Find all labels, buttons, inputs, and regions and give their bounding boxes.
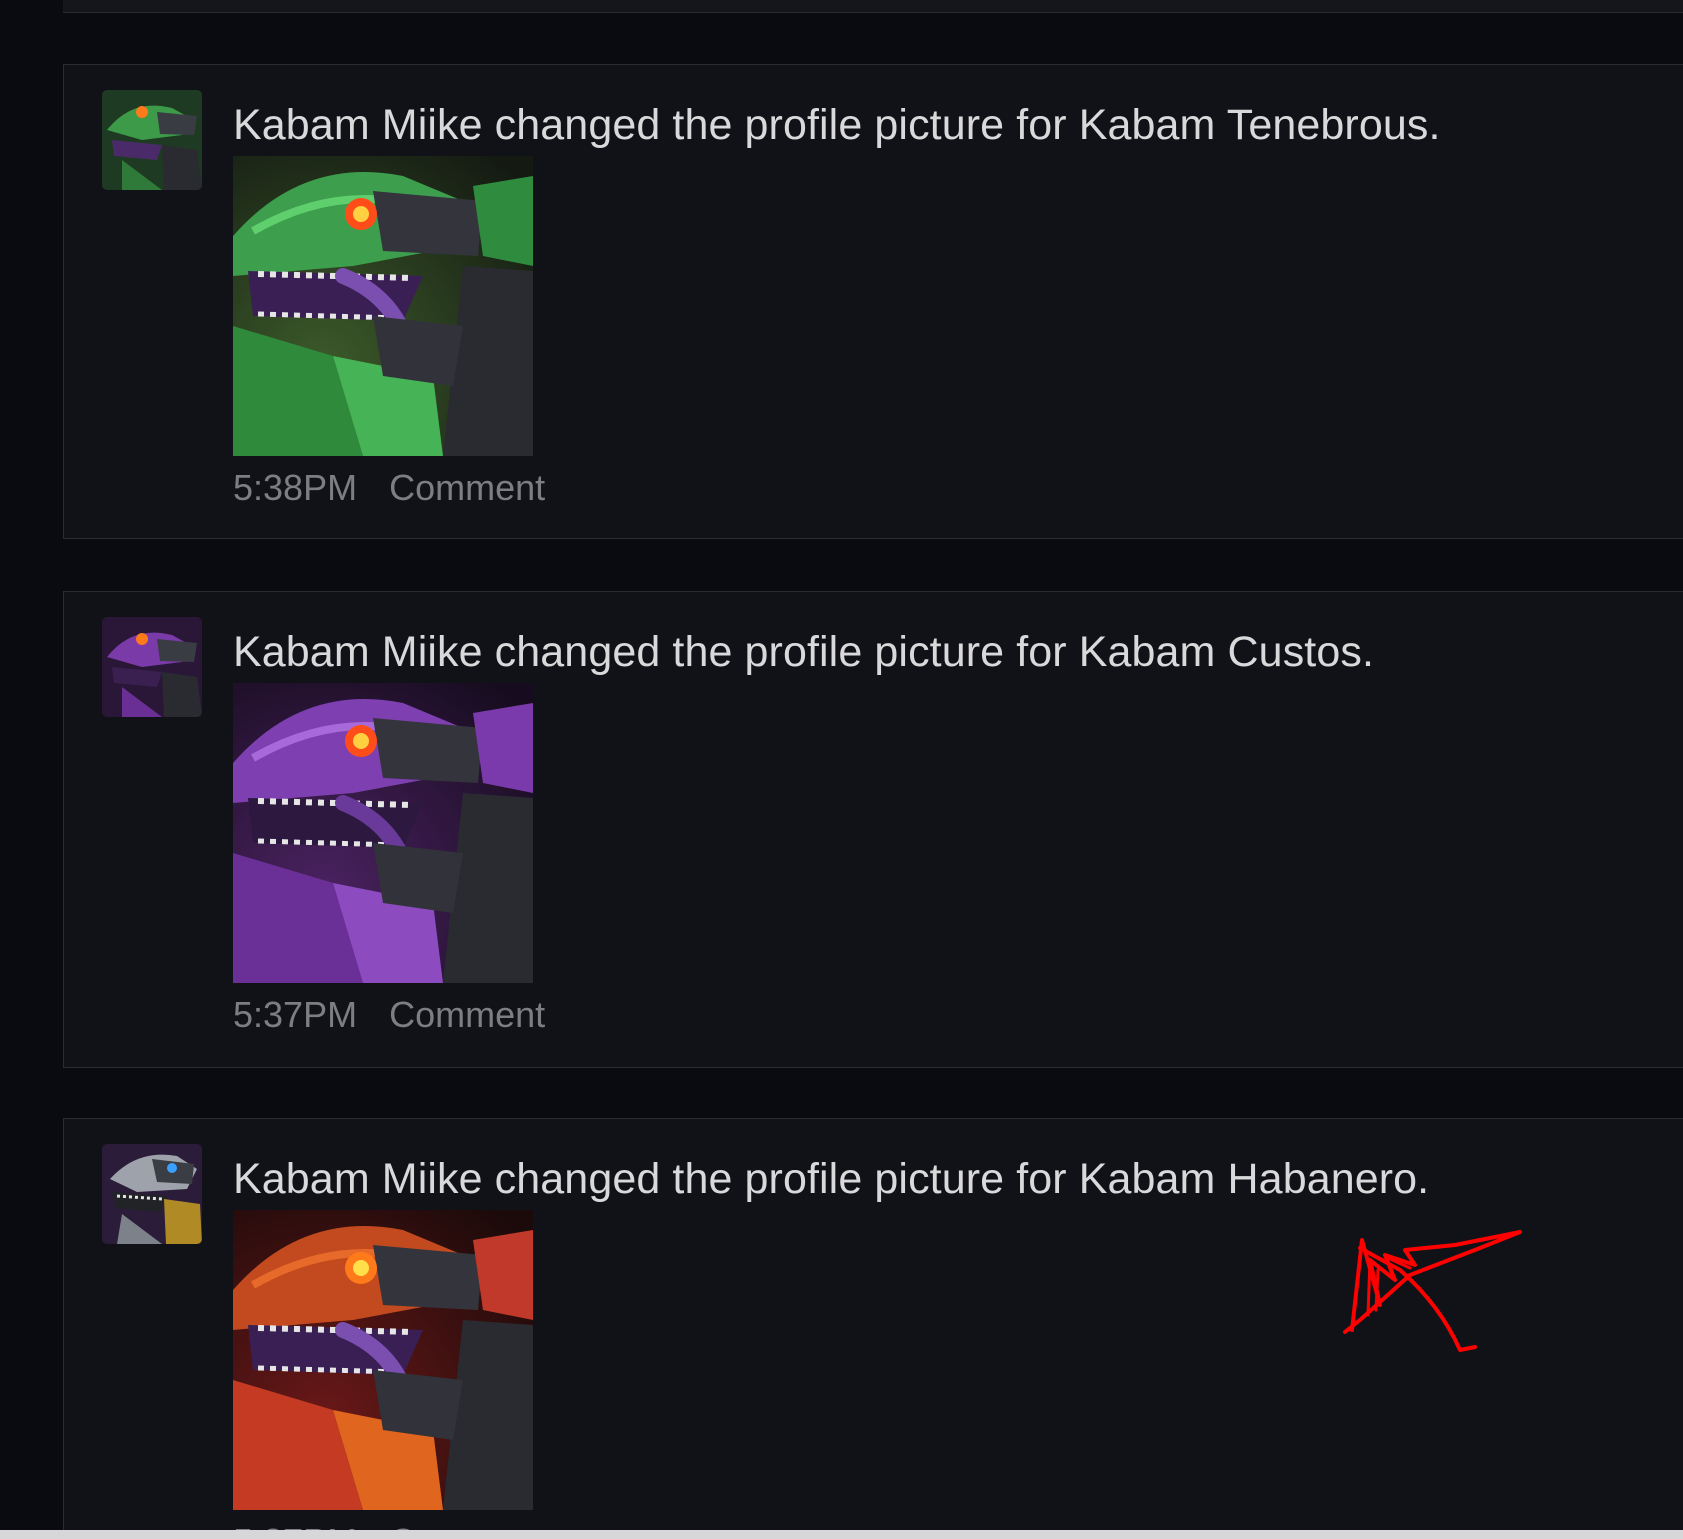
- avatar[interactable]: [102, 90, 202, 190]
- timestamp: 5:37PM: [233, 994, 358, 1035]
- profile-picture-image[interactable]: [233, 683, 533, 983]
- feed-item-headline: Kabam Miike changed the profile picture …: [233, 1155, 1430, 1203]
- silver-robot-avatar-image: [102, 1144, 202, 1244]
- feed-item: Kabam Miike changed the profile picture …: [63, 591, 1683, 1068]
- profile-picture-image[interactable]: [233, 1210, 533, 1510]
- timestamp: 5:38PM: [233, 467, 358, 508]
- previous-feed-item-edge: [63, 0, 1683, 13]
- green-robot-dinosaur-image: [233, 156, 533, 456]
- orange-robot-dinosaur-image: [233, 1210, 533, 1510]
- avatar[interactable]: [102, 617, 202, 717]
- horizontal-scrollbar[interactable]: [0, 1530, 1683, 1539]
- feed-item: Kabam Miike changed the profile picture …: [63, 64, 1683, 539]
- purple-robot-avatar-image: [102, 617, 202, 717]
- feed-item-meta: 5:37PM Comment: [233, 994, 545, 1036]
- comment-link[interactable]: Comment: [389, 994, 545, 1035]
- feed-item-headline: Kabam Miike changed the profile picture …: [233, 628, 1375, 676]
- green-robot-avatar-image: [102, 90, 202, 190]
- feed-item-meta: 5:38PM Comment: [233, 467, 545, 509]
- red-annotation-scribble: [1343, 1230, 1522, 1352]
- comment-link[interactable]: Comment: [389, 467, 545, 508]
- profile-picture-image[interactable]: [233, 156, 533, 456]
- feed-item-headline: Kabam Miike changed the profile picture …: [233, 101, 1441, 149]
- purple-robot-dinosaur-image: [233, 683, 533, 983]
- avatar[interactable]: [102, 1144, 202, 1244]
- activity-feed-page: Kabam Miike changed the profile picture …: [0, 0, 1683, 1539]
